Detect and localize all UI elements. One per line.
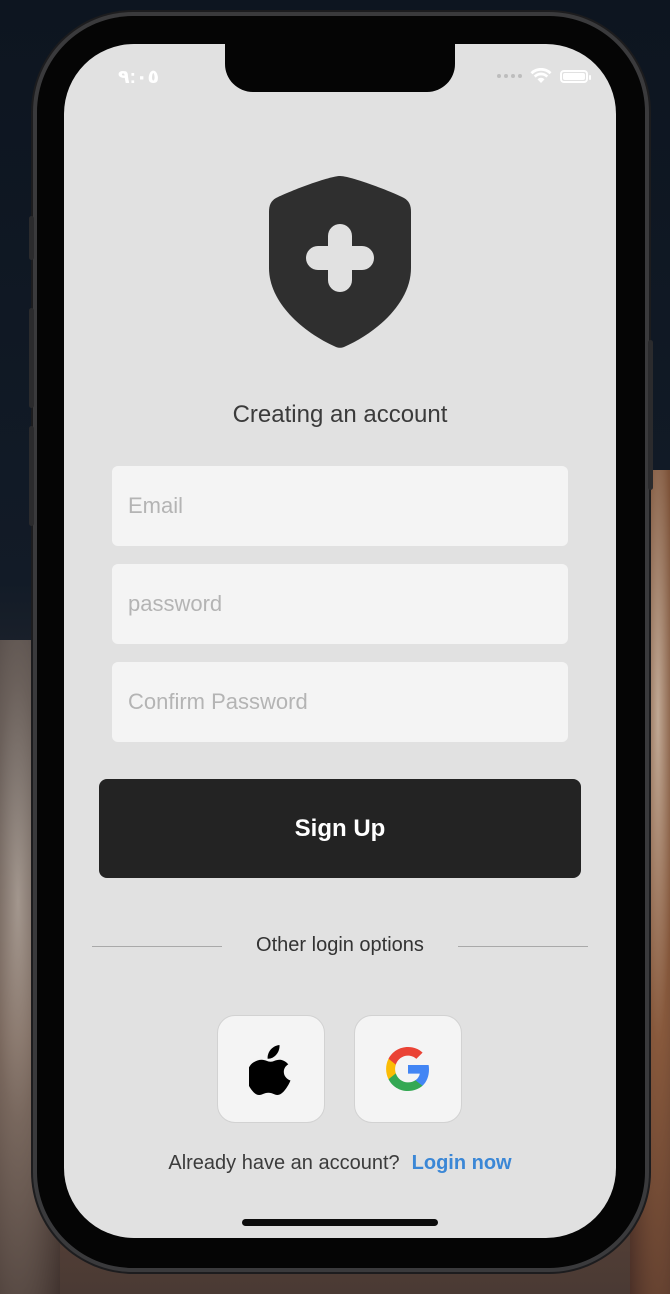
login-prompt: Already have an account? Login now [64, 1152, 616, 1175]
sign-up-button[interactable]: Sign Up [99, 779, 581, 878]
home-indicator[interactable] [242, 1219, 438, 1226]
status-indicators [497, 68, 591, 84]
confirm-password-field[interactable] [112, 662, 568, 742]
google-login-button[interactable] [354, 1015, 462, 1123]
divider-right [458, 946, 588, 947]
password-field[interactable] [112, 564, 568, 644]
signal-icon [497, 74, 522, 78]
mute-switch [29, 216, 34, 260]
account-prompt-text: Already have an account? [168, 1152, 400, 1174]
apple-icon [249, 1045, 291, 1095]
volume-up-button [29, 308, 34, 408]
app-screen: ٩:٠٥ Creating an account Sign Up Other l… [64, 44, 616, 1238]
page-title: Creating an account [232, 401, 448, 428]
login-now-link[interactable]: Login now [412, 1152, 512, 1174]
shield-plus-logo-icon [269, 176, 411, 348]
apple-login-button[interactable] [217, 1015, 325, 1123]
status-time: ٩:٠٥ [118, 67, 160, 88]
volume-down-button [29, 426, 34, 526]
google-icon [386, 1047, 429, 1091]
notch [225, 44, 455, 92]
power-button [648, 340, 653, 490]
battery-icon [560, 69, 591, 83]
wifi-icon [530, 68, 552, 83]
email-field[interactable] [112, 466, 568, 546]
